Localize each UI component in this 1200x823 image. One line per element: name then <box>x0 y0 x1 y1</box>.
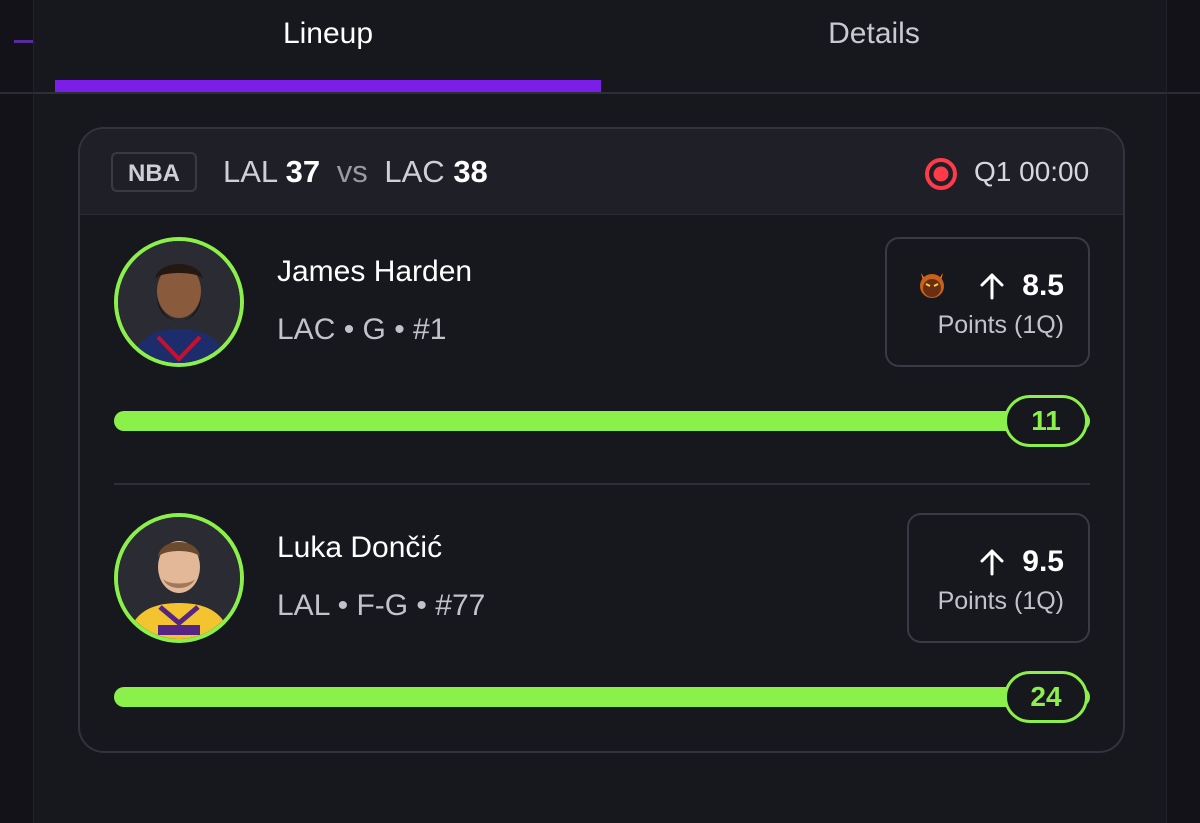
player-meta: LAL • F-G • #77 <box>277 589 486 622</box>
progress-track <box>114 411 1090 431</box>
prop-line-value: 9.5 <box>1022 545 1064 579</box>
away-score: 37 <box>285 154 321 189</box>
player-name: James Harden <box>277 255 473 288</box>
tab-bar: Lineup Details <box>34 0 1166 94</box>
prop-stat-label: Points (1Q) <box>937 311 1064 339</box>
prop-line-value: 8.5 <box>1022 269 1064 303</box>
prop-line: 8.5 <box>978 265 1064 305</box>
player-row[interactable]: James Harden LAC • G • #1 8.5 Points (1Q… <box>80 215 1123 485</box>
right-edge-panel <box>1167 0 1200 823</box>
player-meta: LAC • G • #1 <box>277 313 447 346</box>
avatar <box>114 237 244 367</box>
current-stat-value: 11 <box>1004 395 1088 447</box>
prop-line: 9.5 <box>978 541 1064 581</box>
left-edge-divider <box>0 92 33 94</box>
away-team: LAL <box>223 154 278 189</box>
game-header: NBA LAL 37 vs LAC 38 Q1 00:00 <box>80 129 1123 215</box>
league-badge: NBA <box>111 152 197 192</box>
progress-fill <box>114 687 1090 707</box>
prop-stat-label: Points (1Q) <box>937 587 1064 615</box>
right-edge-divider <box>1167 92 1200 94</box>
avatar <box>114 513 244 643</box>
score-line: LAL 37 vs LAC 38 <box>223 149 488 195</box>
left-edge-panel <box>0 0 33 823</box>
lineup-card: NBA LAL 37 vs LAC 38 Q1 00:00 James Hard… <box>78 127 1125 753</box>
vs-label: vs <box>336 154 368 189</box>
home-score: 38 <box>453 154 488 189</box>
demon-icon <box>920 273 944 298</box>
arrow-up-icon <box>980 273 1004 300</box>
game-clock: Q1 00:00 <box>974 156 1090 187</box>
prop-card[interactable]: 9.5 Points (1Q) <box>907 513 1090 643</box>
live-record-icon <box>925 158 957 190</box>
player-row[interactable]: Luka Dončić LAL • F-G • #77 9.5 Points (… <box>80 491 1123 751</box>
left-edge-accent <box>14 40 33 43</box>
arrow-up-icon <box>980 549 1004 576</box>
tab-details[interactable]: Details <box>601 14 1147 54</box>
progress-track <box>114 687 1090 707</box>
home-team: LAC <box>384 154 445 189</box>
active-tab-indicator <box>55 80 601 92</box>
tab-lineup[interactable]: Lineup <box>55 14 601 54</box>
progress-fill <box>114 411 1090 431</box>
prop-card[interactable]: 8.5 Points (1Q) <box>885 237 1090 367</box>
entry-panel: Lineup Details NBA LAL 37 vs LAC 38 Q1 0… <box>33 0 1167 823</box>
current-stat-value: 24 <box>1004 671 1088 723</box>
divider <box>114 483 1090 485</box>
player-name: Luka Dončić <box>277 531 443 564</box>
